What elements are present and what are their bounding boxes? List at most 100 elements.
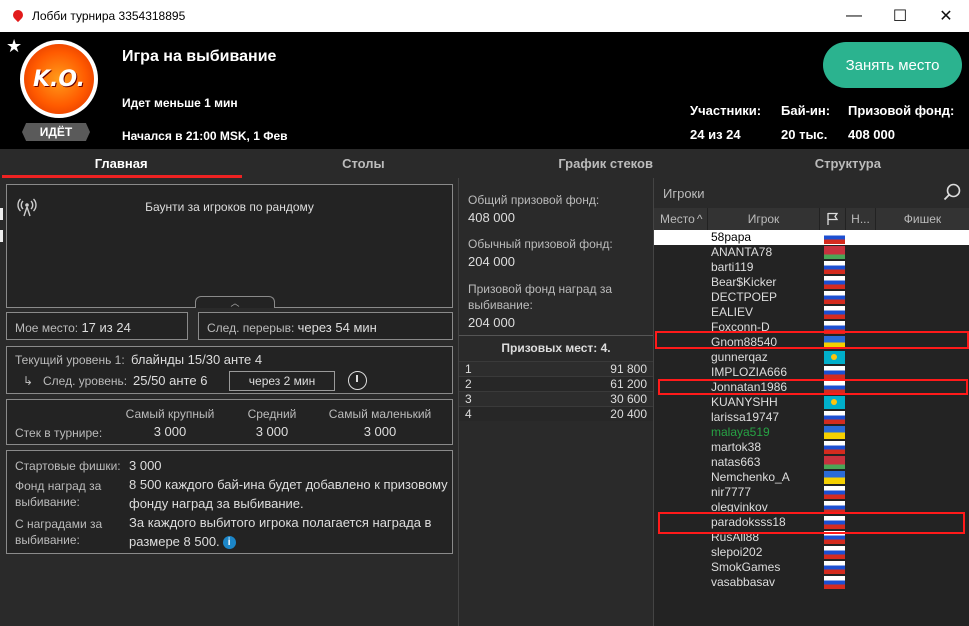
players-count-label: Участники: xyxy=(690,103,762,118)
stack-largest-value: 3 000 xyxy=(153,424,187,439)
ko-fund-label: Фонд наград за выбивание: xyxy=(15,479,102,509)
list-item[interactable]: slepoi202 xyxy=(654,545,969,560)
buyin-label: Бай-ин: xyxy=(781,103,831,118)
country-flag-icon xyxy=(824,231,845,244)
column-place[interactable]: Место ^ xyxy=(654,208,708,230)
info-icon[interactable]: i xyxy=(222,536,236,550)
list-item[interactable]: martok38 xyxy=(654,440,969,455)
favorite-star-icon[interactable]: ★ xyxy=(6,36,22,57)
column-player[interactable]: Игрок xyxy=(708,208,820,230)
starting-chips-value: 3 000 xyxy=(129,458,162,473)
clock-icon[interactable] xyxy=(348,371,367,390)
table-row: 2 61 200 xyxy=(459,376,653,391)
country-flag-icon xyxy=(824,441,845,454)
list-item[interactable]: Bear$Kicker xyxy=(654,275,969,290)
list-item[interactable]: gunnerqaz xyxy=(654,350,969,365)
buyin-value: 20 тыс. xyxy=(781,127,828,142)
list-item[interactable]: RusAll88 xyxy=(654,530,969,545)
search-icon[interactable] xyxy=(943,183,961,201)
next-break-value: через 54 мин xyxy=(297,320,377,335)
list-item[interactable]: SmokGames xyxy=(654,560,969,575)
country-flag-icon xyxy=(824,456,845,469)
prize-place: 4 xyxy=(465,407,472,421)
my-place-value: 17 из 24 xyxy=(81,320,131,335)
status-badge: ИДЁТ xyxy=(22,123,90,141)
player-name: nir7777 xyxy=(711,485,752,499)
expand-notch[interactable]: ︿ xyxy=(195,296,275,308)
ko-rewards-label: С наградами за выбивание: xyxy=(15,517,103,547)
minimize-button[interactable]: — xyxy=(831,0,877,32)
list-item[interactable]: IMPLOZIA666 xyxy=(654,365,969,380)
prize-places-header: Призовых мест: 4. xyxy=(501,341,611,355)
my-place: Мое место: 17 из 24 xyxy=(15,320,131,335)
edge-mark xyxy=(0,208,3,220)
country-flag-icon xyxy=(824,261,845,274)
tab-tables[interactable]: Столы xyxy=(242,149,484,178)
players-panel: Игроки Место ^ Игрок Н... Фишек 58papa ANA… xyxy=(654,178,969,626)
tab-main[interactable]: Главная xyxy=(0,149,243,178)
country-flag-icon xyxy=(824,471,845,484)
prize-place: 3 xyxy=(465,392,472,406)
knockout-logo: K.O. xyxy=(20,40,98,118)
list-item[interactable]: vasabbasav xyxy=(654,575,969,590)
starting-chips-label: Стартовые фишки: xyxy=(15,459,121,473)
player-name: Gnom88540 xyxy=(711,335,778,349)
column-place-label: Место xyxy=(660,212,695,226)
player-name: KUANYSHH xyxy=(711,395,778,409)
stack-largest-header: Самый крупный xyxy=(125,407,215,421)
close-button[interactable]: ✕ xyxy=(923,0,969,32)
tab-stack-chart[interactable]: График стеков xyxy=(485,149,727,178)
country-flag-icon xyxy=(824,246,845,259)
prize-pool-label: Призовой фонд: xyxy=(848,103,955,118)
prize-amount: 91 800 xyxy=(610,362,647,376)
broadcast-box: Баунти за игроков по рандому ︿ xyxy=(6,184,453,308)
stack-average-value: 3 000 xyxy=(255,424,289,439)
country-flag-icon xyxy=(824,291,845,304)
table-row: 1 91 800 xyxy=(459,361,653,376)
country-flag-icon xyxy=(824,411,845,424)
player-name: RusAll88 xyxy=(711,530,760,544)
list-item[interactable]: malaya519 xyxy=(654,425,969,440)
column-chips[interactable]: Фишек xyxy=(876,208,969,230)
list-item[interactable]: Jonnatan1986 xyxy=(654,380,969,395)
ko-rewards-value: За каждого выбитого игрока полагается на… xyxy=(129,515,432,549)
tab-structure[interactable]: Структура xyxy=(727,149,969,178)
player-name: DECTPOEP xyxy=(711,290,778,304)
list-item[interactable]: ANANTA78 xyxy=(654,245,969,260)
stack-smallest-header: Самый маленький xyxy=(328,407,432,421)
window-title: Лобби турнира 3354318895 xyxy=(32,9,186,23)
country-flag-icon xyxy=(824,321,845,334)
country-flag-icon xyxy=(824,396,845,409)
list-item[interactable]: Foxconn-D xyxy=(654,320,969,335)
take-seat-button[interactable]: Занять место xyxy=(823,42,962,88)
list-item[interactable]: natas663 xyxy=(654,455,969,470)
player-name: ANANTA78 xyxy=(711,245,773,259)
maximize-button[interactable]: ☐ xyxy=(877,0,923,32)
list-item[interactable]: DECTPOEP xyxy=(654,290,969,305)
list-item[interactable]: barti119 xyxy=(654,260,969,275)
list-item[interactable]: nir7777 xyxy=(654,485,969,500)
list-item[interactable]: paradoksss18 xyxy=(654,515,969,530)
list-item[interactable]: KUANYSHH xyxy=(654,395,969,410)
next-break-box: След. перерыв: через 54 мин xyxy=(198,312,453,340)
country-flag-icon xyxy=(824,366,845,379)
prize-amount: 20 400 xyxy=(610,407,647,421)
player-name: Nemchenko_A xyxy=(711,470,790,484)
list-item[interactable]: Gnom88540 xyxy=(654,335,969,350)
list-item[interactable]: larissa19747 xyxy=(654,410,969,425)
window-titlebar: Лобби турнира 3354318895 — ☐ ✕ xyxy=(0,0,969,32)
list-item[interactable]: olegvinkov xyxy=(654,500,969,515)
prize-pool-value: 408 000 xyxy=(848,127,895,142)
knockout-burst-icon: K.O. xyxy=(24,44,94,114)
list-item[interactable]: Nemchenko_A xyxy=(654,470,969,485)
column-flag[interactable] xyxy=(820,208,846,230)
total-prize-value: 408 000 xyxy=(468,210,515,225)
next-level-time: через 2 мин xyxy=(229,371,335,391)
country-flag-icon xyxy=(824,516,845,529)
tournament-time-status: Идет меньше 1 мин xyxy=(122,96,238,110)
list-item[interactable]: EALIEV xyxy=(654,305,969,320)
country-flag-icon xyxy=(824,561,845,574)
list-item[interactable]: 58papa xyxy=(654,230,969,245)
column-n[interactable]: Н... xyxy=(846,208,876,230)
regular-prize-value: 204 000 xyxy=(468,254,515,269)
